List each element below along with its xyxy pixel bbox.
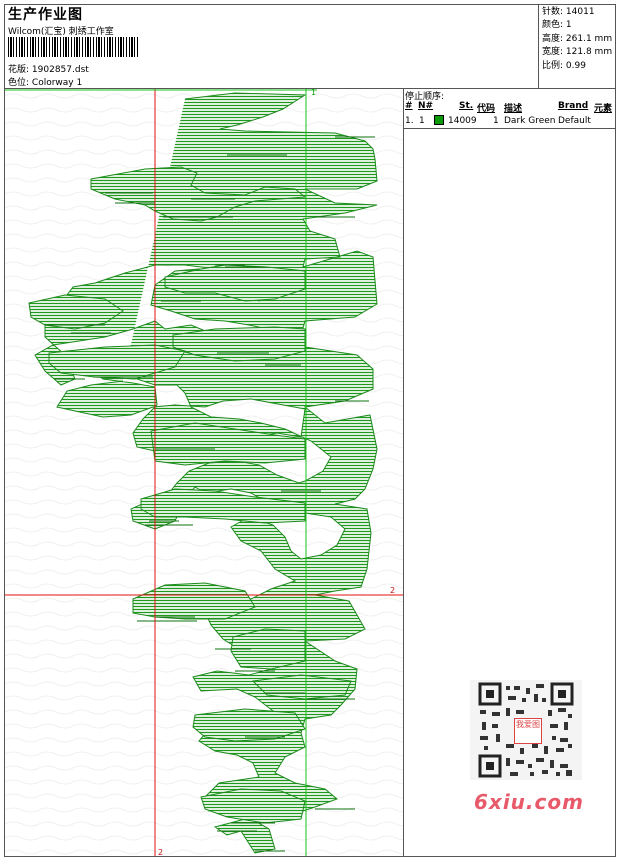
table-row-divider <box>403 128 616 129</box>
col-header-brand: Brand <box>558 101 589 111</box>
col-header-code: 代码 <box>477 104 496 114</box>
marker-right: 2 <box>390 586 396 595</box>
col-header-description: 描述 <box>504 104 523 114</box>
colorway-value: Colorway 1 <box>31 78 83 88</box>
row-stitches: 14009 <box>448 116 477 126</box>
row-needle: 1 <box>419 116 425 126</box>
watermark-logo: 我爱图 <box>514 718 542 744</box>
colorway-label: 色位: <box>8 78 30 88</box>
col-header-index: # <box>405 101 413 111</box>
stat-row: 宽度: 121.8 mm <box>542 47 613 58</box>
embroidery-design-canvas <box>5 89 403 856</box>
watermark-text: 6xiu.com <box>474 790 584 814</box>
stat-row: 针数: 14011 <box>542 7 595 17</box>
colorway-row: 色位: Colorway 1 <box>8 75 82 88</box>
marker-bottom: 2 <box>158 848 164 857</box>
col-header-element: 元素 <box>594 104 613 114</box>
design-file-label: 花版: <box>8 65 30 75</box>
color-swatch <box>434 115 444 125</box>
row-description: Dark Green <box>504 116 556 126</box>
barcode <box>8 37 140 57</box>
page-title: 生产作业图 <box>8 7 83 23</box>
design-file-value: 1902857.dst <box>31 65 89 75</box>
stats-divider <box>538 4 539 88</box>
col-header-stitches: St. <box>459 101 474 111</box>
stat-row: 颜色: 1 <box>542 20 572 31</box>
company-name: Wilcom(汇宝) 刺绣工作室 <box>8 27 114 37</box>
stat-row: 比例: 0.99 <box>542 60 586 71</box>
stats-panel: 针数: 14011 颜色: 1 高度: 261.1 mm 宽度: 121.8 m… <box>542 6 612 73</box>
design-file-row: 花版: 1902857.dst <box>8 62 89 75</box>
row-index: 1. <box>405 116 414 126</box>
stat-row: 高度: 261.1 mm <box>542 33 613 44</box>
panel-divider <box>403 88 404 857</box>
marker-top: 1 <box>311 88 317 97</box>
col-header-needle: N# <box>418 101 434 111</box>
row-code: 1 <box>493 116 499 126</box>
row-brand: Default <box>558 116 591 126</box>
